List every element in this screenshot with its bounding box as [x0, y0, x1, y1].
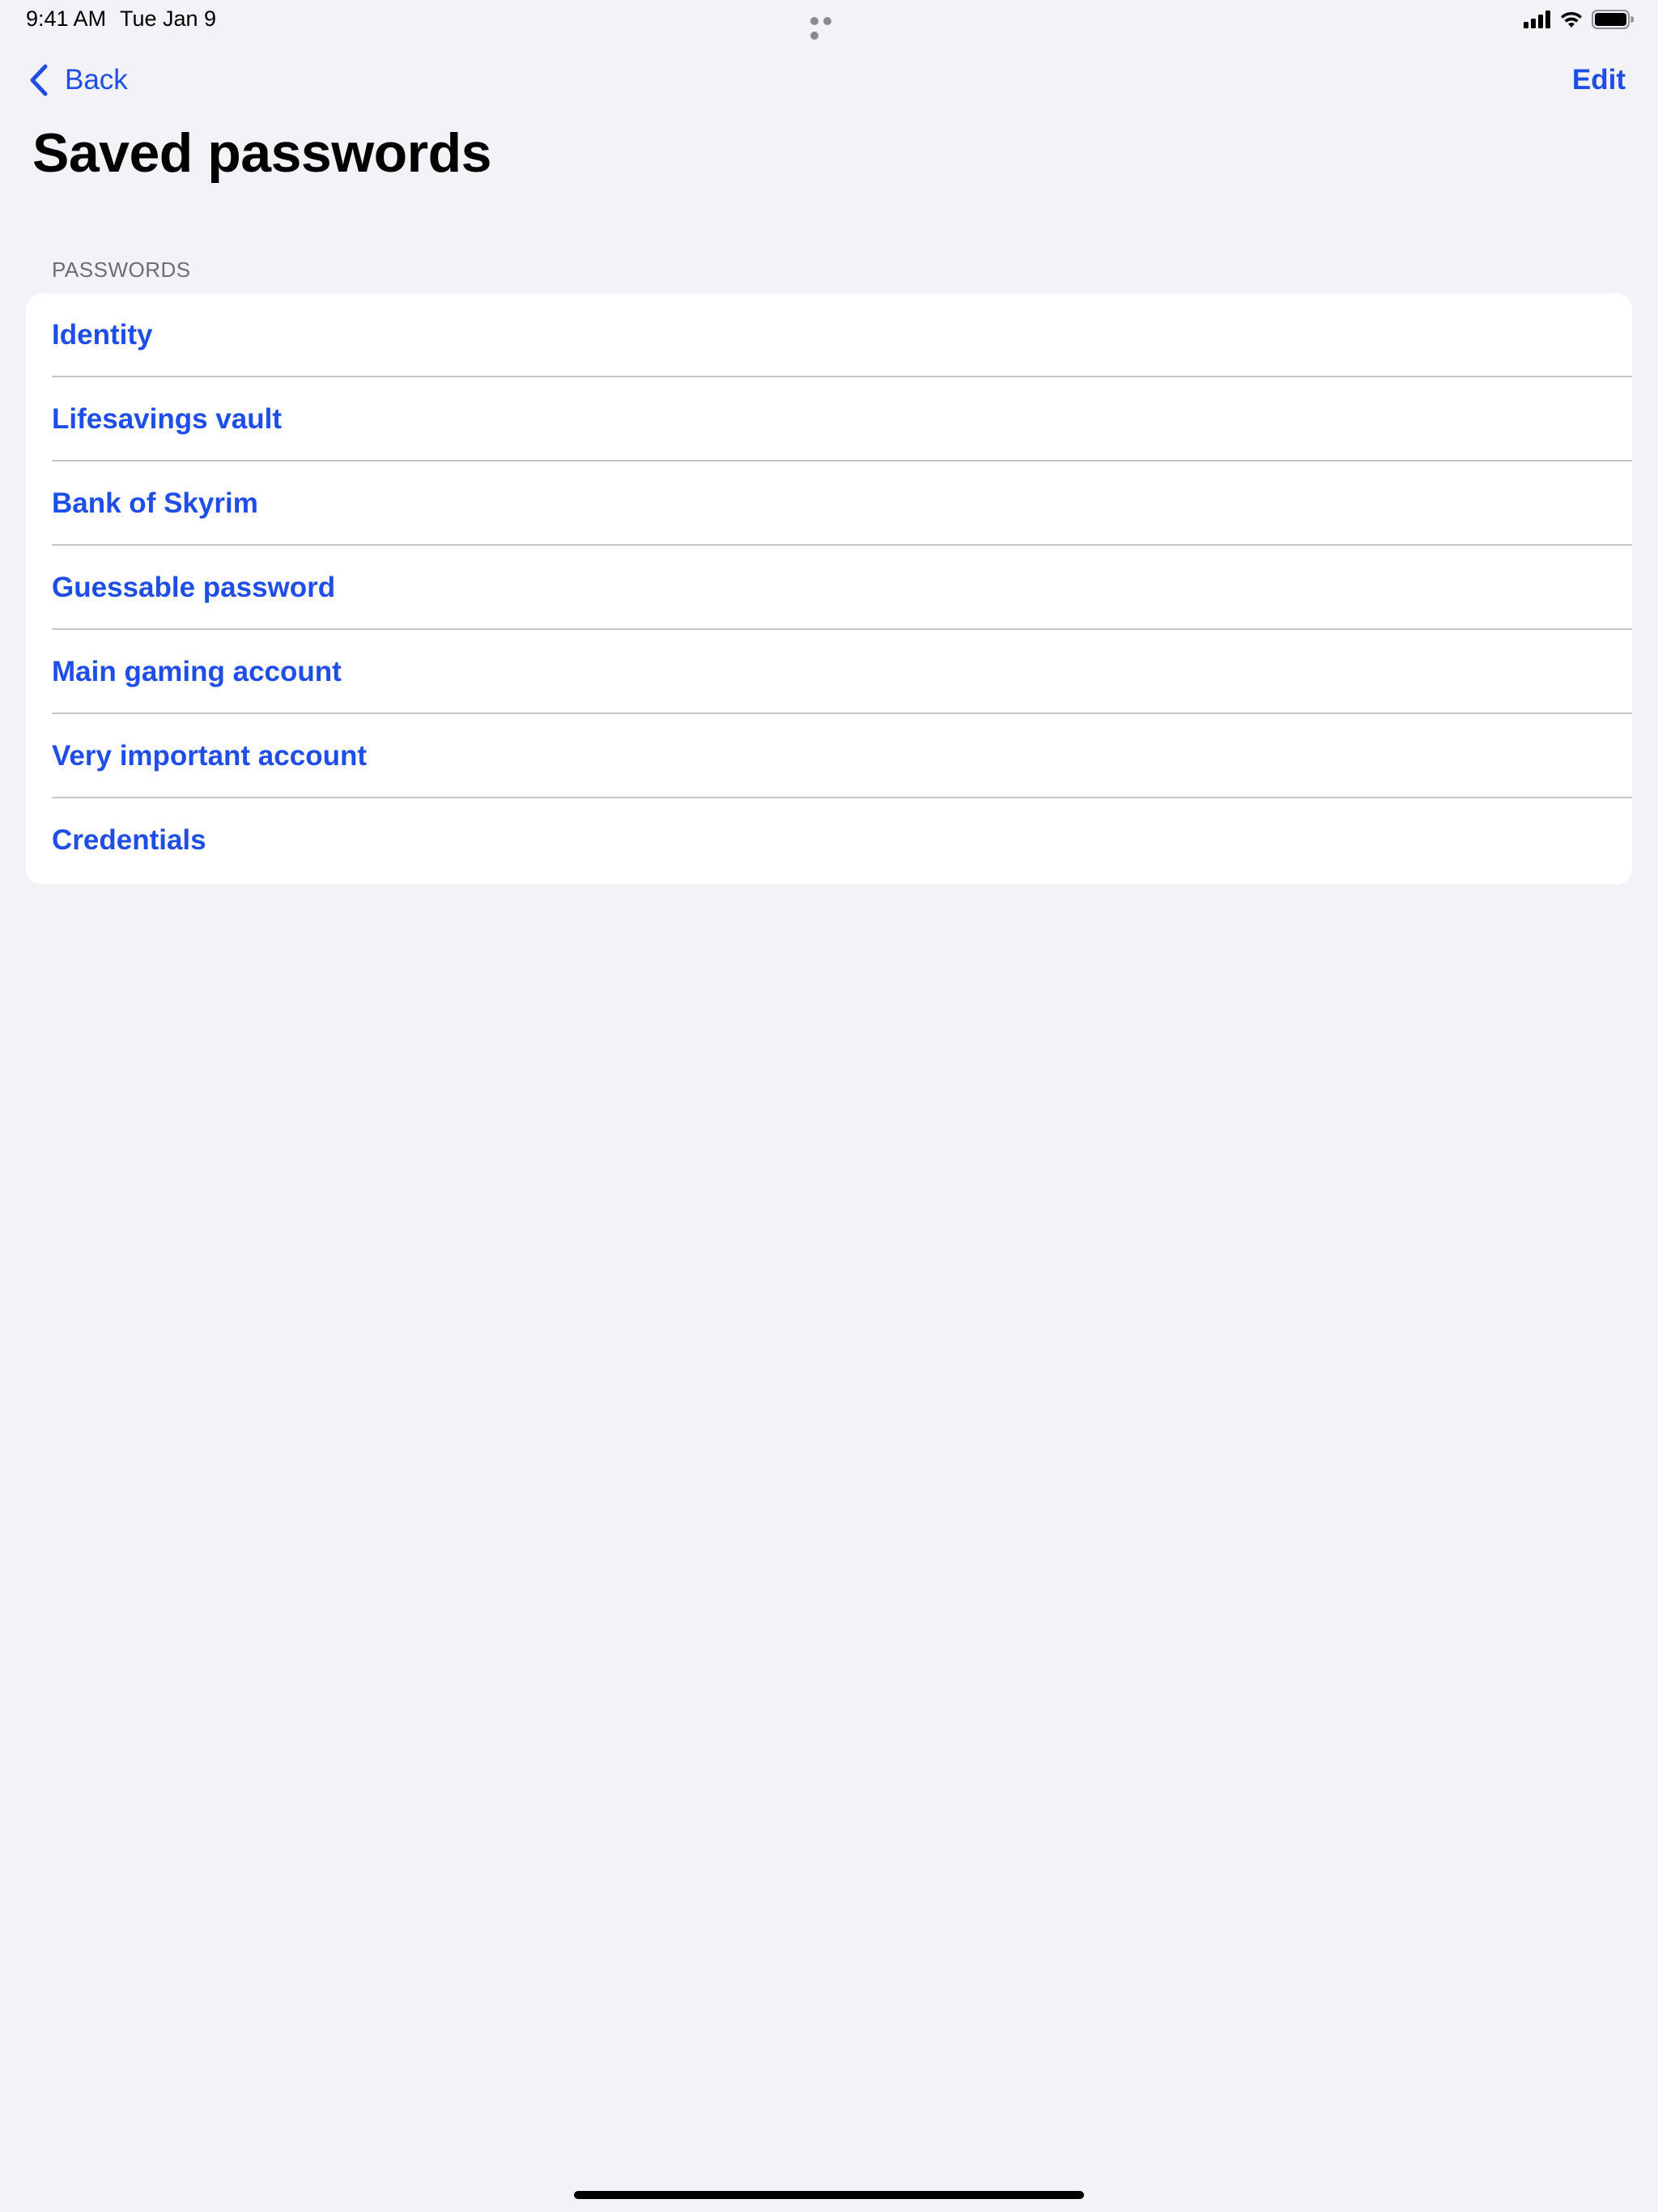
battery-icon: [1592, 10, 1634, 29]
cellular-signal-icon: [1524, 11, 1550, 28]
multitasking-dots-icon[interactable]: [810, 15, 848, 40]
list-item-credentials[interactable]: Credentials: [26, 798, 1632, 883]
list-item-label: Lifesavings vault: [52, 403, 282, 435]
list-item-label: Bank of Skyrim: [52, 487, 258, 519]
list-item-main-gaming-account[interactable]: Main gaming account: [26, 630, 1632, 714]
status-time: 9:41 AM: [26, 6, 107, 31]
back-button-label: Back: [65, 64, 128, 96]
back-button[interactable]: Back: [29, 58, 128, 102]
list-item-label: Identity: [52, 319, 153, 351]
chevron-left-icon: [30, 64, 48, 96]
edit-button[interactable]: Edit: [1572, 58, 1626, 102]
screen: 9:41 AM Tue Jan 9 Back Edit Saved passwo…: [0, 0, 1658, 2212]
status-icons: [1524, 8, 1634, 31]
status-bar: 9:41 AM Tue Jan 9: [0, 0, 1658, 40]
list-item-bank-of-skyrim[interactable]: Bank of Skyrim: [26, 462, 1632, 546]
home-indicator[interactable]: [574, 2191, 1084, 2199]
list-item-lifesavings-vault[interactable]: Lifesavings vault: [26, 377, 1632, 462]
password-list: Identity Lifesavings vault Bank of Skyri…: [26, 293, 1632, 884]
list-item-very-important-account[interactable]: Very important account: [26, 714, 1632, 798]
section-header: PASSWORDS: [52, 257, 191, 282]
list-item-label: Credentials: [52, 824, 206, 856]
wifi-icon: [1561, 11, 1582, 28]
page-title: Saved passwords: [32, 122, 491, 184]
status-date: Tue Jan 9: [120, 6, 217, 31]
list-item-label: Very important account: [52, 740, 367, 772]
list-item-label: Guessable password: [52, 572, 336, 603]
list-item-label: Main gaming account: [52, 656, 342, 687]
list-item-identity[interactable]: Identity: [26, 293, 1632, 377]
list-item-guessable-password[interactable]: Guessable password: [26, 546, 1632, 630]
